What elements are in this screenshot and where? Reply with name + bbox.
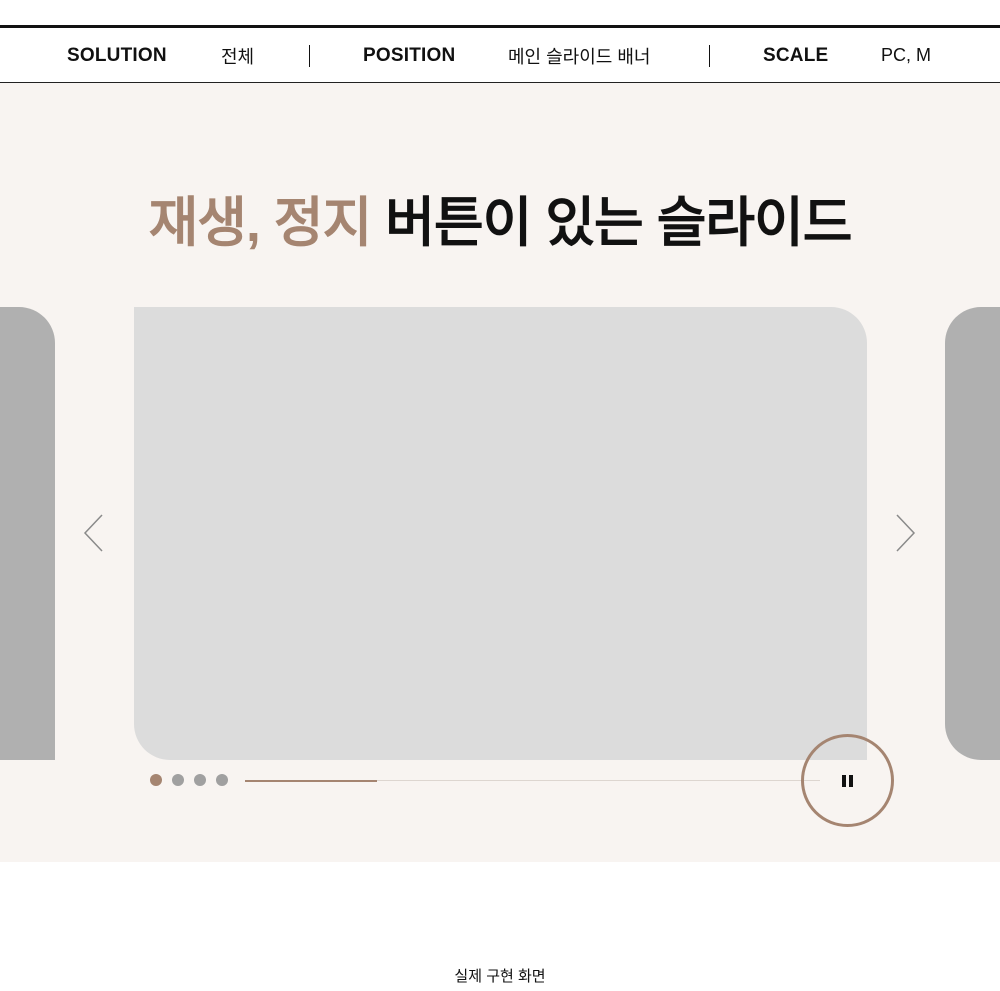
- solution-value: 전체: [221, 46, 255, 67]
- page-title-rest: 버튼이 있는 슬라이드: [371, 193, 852, 253]
- caption: 실제 구현 화면: [454, 968, 546, 985]
- pause-icon: [842, 774, 853, 787]
- page-title-accent: 재생, 정지: [148, 193, 373, 253]
- position-value: 메인 슬라이드 배너: [508, 46, 651, 67]
- autoplay-progress-track: [245, 779, 820, 782]
- divider: [709, 45, 710, 67]
- position-value-group: 메인 슬라이드 배너: [508, 28, 650, 83]
- divider: [309, 45, 310, 67]
- scale-group: SCALE: [763, 28, 828, 83]
- pagination-dot[interactable]: [216, 774, 228, 786]
- prev-slide-peek[interactable]: [0, 307, 55, 760]
- info-bar: SOLUTION 전체 POSITION 메인 슬라이드 배너 SCALE PC…: [0, 25, 1000, 83]
- scale-value-group: PC, M: [881, 28, 931, 83]
- scale-value: PC, M: [881, 45, 932, 65]
- pause-button[interactable]: [801, 734, 894, 827]
- pagination-dots: [150, 774, 228, 786]
- pagination-dot[interactable]: [172, 774, 184, 786]
- chevron-right-icon: [896, 514, 916, 552]
- solution-group: SOLUTION: [67, 28, 167, 83]
- slider-section: 재생, 정지 버튼이 있는 슬라이드: [0, 83, 1000, 862]
- chevron-left-icon: [83, 514, 103, 552]
- prev-button[interactable]: [82, 513, 106, 553]
- position-group: POSITION: [363, 28, 455, 83]
- next-button[interactable]: [893, 513, 917, 553]
- pagination-dot[interactable]: [150, 774, 162, 786]
- scale-label: SCALE: [763, 44, 829, 66]
- solution-value-group: 전체: [221, 28, 254, 83]
- autoplay-progress-fill: [245, 779, 378, 782]
- solution-label: SOLUTION: [67, 44, 167, 66]
- pagination-dot[interactable]: [194, 774, 206, 786]
- position-label: POSITION: [363, 44, 456, 66]
- current-slide[interactable]: [134, 307, 867, 760]
- next-slide-peek[interactable]: [945, 307, 1000, 760]
- page-title: 재생, 정지 버튼이 있는 슬라이드: [0, 191, 1000, 255]
